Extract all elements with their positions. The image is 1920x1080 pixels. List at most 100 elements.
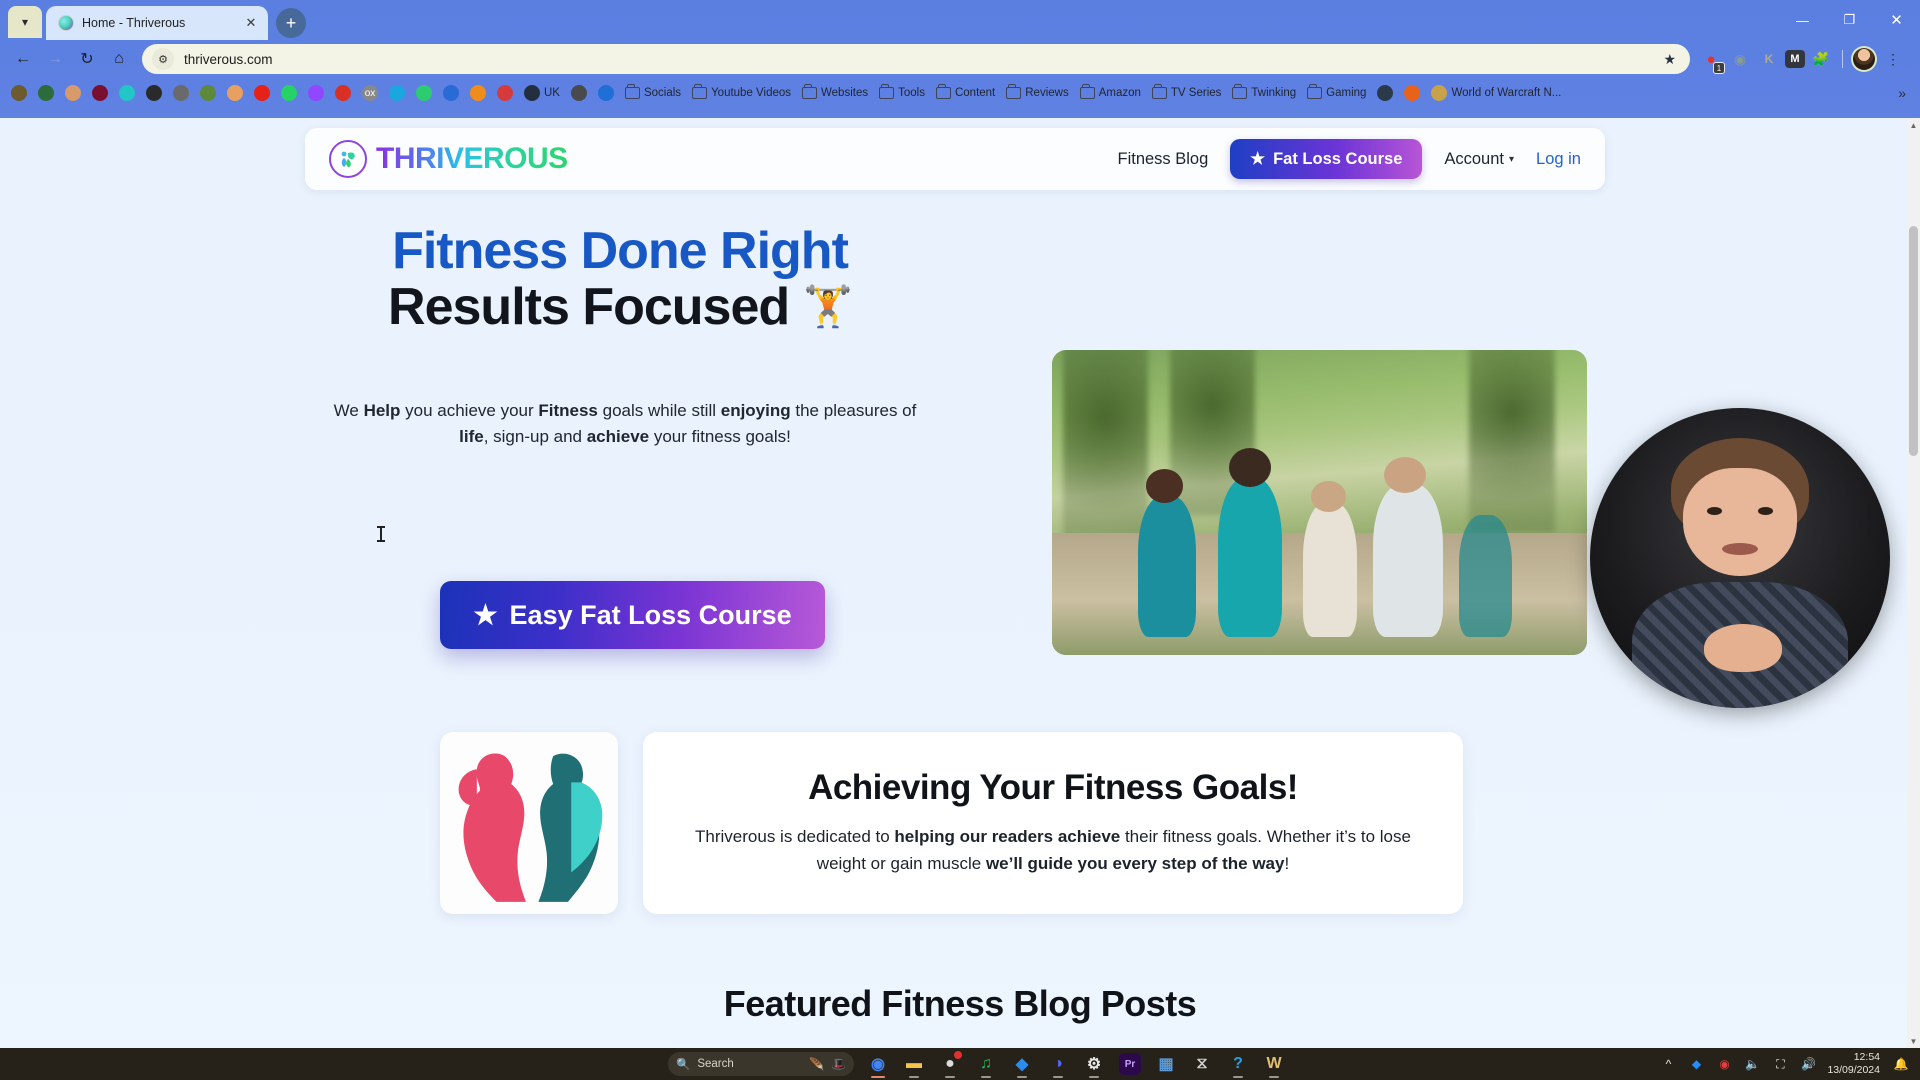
- bookmark-item-bm-k-orange-icon[interactable]: [1399, 82, 1425, 104]
- scrollbar-thumb[interactable]: [1909, 226, 1918, 456]
- obs-tray-icon[interactable]: ◉: [1711, 1051, 1737, 1077]
- hero-cta-button[interactable]: ★ Easy Fat Loss Course: [440, 581, 825, 649]
- world-of-warcraft-taskbar-icon[interactable]: W: [1256, 1049, 1292, 1079]
- taskbar-search-box[interactable]: 🔍 Search 🪶 🎩: [668, 1052, 854, 1076]
- scrollbar-up-arrow[interactable]: ▲: [1907, 118, 1920, 132]
- extension-k-icon[interactable]: K: [1756, 46, 1782, 72]
- bookmark-item-bm-a-icon[interactable]: [438, 82, 464, 104]
- nav-fat-loss-course-button[interactable]: ★ Fat Loss Course: [1230, 139, 1423, 179]
- tab-search-button[interactable]: ▾: [8, 6, 42, 38]
- search-icon: 🔍: [676, 1059, 691, 1071]
- thriverous-logo-icon: [329, 140, 367, 178]
- bookmark-item-bm-green-circle-icon[interactable]: [411, 82, 437, 104]
- extension-gmail-icon[interactable]: M: [1785, 50, 1805, 68]
- discord-taskbar-icon[interactable]: ◑: [1040, 1049, 1076, 1079]
- bookmark-item-uk[interactable]: UK: [519, 82, 565, 104]
- bookmark-item-bm-blue-doc-icon[interactable]: [593, 82, 619, 104]
- calculator-taskbar-icon[interactable]: ▦: [1148, 1049, 1184, 1079]
- file-explorer-taskbar-icon[interactable]: ▬: [896, 1049, 932, 1079]
- help-taskbar-icon[interactable]: ?: [1220, 1049, 1256, 1079]
- bookmark-star-icon[interactable]: ★: [1663, 51, 1676, 68]
- bookmark-item-bm-gmail-icon[interactable]: [330, 82, 356, 104]
- minimize-button[interactable]: —: [1779, 0, 1826, 40]
- bookmark-item-reviews[interactable]: Reviews: [1001, 84, 1073, 102]
- microphone-tray-icon[interactable]: 🔈: [1739, 1051, 1765, 1077]
- windows-start-icon[interactable]: [628, 1049, 664, 1079]
- scrollbar-down-arrow[interactable]: ▼: [1907, 1034, 1920, 1048]
- bookmark-item-bm-crown-icon[interactable]: [6, 82, 32, 104]
- address-bar[interactable]: ⚙ thriverous.com ★: [142, 44, 1690, 74]
- bell-icon[interactable]: 🔔: [1888, 1051, 1914, 1077]
- new-tab-button[interactable]: +: [276, 8, 306, 38]
- bookmark-item-tools[interactable]: Tools: [874, 84, 930, 102]
- folder-icon: [802, 84, 818, 99]
- nav-account[interactable]: Account ▾: [1444, 150, 1514, 169]
- dbeaver-taskbar-icon[interactable]: ◆: [1004, 1049, 1040, 1079]
- bookmark-item-bm-wolf-icon[interactable]: [168, 82, 194, 104]
- site-logo[interactable]: THRIVEROUS: [329, 140, 568, 178]
- bookmark-item-bm-person-icon[interactable]: [60, 82, 86, 104]
- bookmark-item-bm-blue-circle-icon[interactable]: [384, 82, 410, 104]
- obs-taskbar-icon[interactable]: ●: [932, 1049, 968, 1079]
- bookmark-item-websites[interactable]: Websites: [797, 84, 873, 102]
- bookmark-item-bm-globe-icon[interactable]: [1372, 82, 1398, 104]
- hourglass-taskbar-icon[interactable]: ⧖: [1184, 1049, 1220, 1079]
- bookmark-item-gaming[interactable]: Gaming: [1302, 84, 1371, 102]
- windows-taskbar: 🔍 Search 🪶 🎩 ◉ ▬ ● ♫ ◆ ◑ ⚙ Pr ▦ ⧖? W ^ ◆ ◉ 🔈 ⛶ 🔊 1…: [0, 1048, 1920, 1080]
- bookmarks-overflow-chevron[interactable]: »: [1890, 82, 1914, 104]
- bookmark-item-tv-series[interactable]: TV Series: [1147, 84, 1227, 102]
- show-hidden-icons-chevron[interactable]: ^: [1655, 1051, 1681, 1077]
- tab-close-icon[interactable]: ✕: [242, 14, 260, 32]
- bookmark-item-socials[interactable]: Socials: [620, 84, 686, 102]
- dbeaver-tray-icon[interactable]: ◆: [1683, 1051, 1709, 1077]
- webcam-mouth: [1722, 543, 1758, 555]
- close-window-button[interactable]: ✕: [1873, 0, 1920, 40]
- bookmark-item-amazon[interactable]: Amazon: [1075, 84, 1146, 102]
- forward-button[interactable]: →: [40, 44, 70, 74]
- bm-k-orange-icon: [1404, 85, 1421, 101]
- bookmark-item-content[interactable]: Content: [931, 84, 1000, 102]
- bookmark-item-bm-peach-icon[interactable]: [222, 82, 248, 104]
- browser-tab[interactable]: Home - Thriverous ✕: [46, 6, 268, 40]
- bookmark-item-bm-ox-icon[interactable]: ox: [357, 82, 383, 104]
- spotify-taskbar-icon[interactable]: ♫: [968, 1049, 1004, 1079]
- bookmark-item-world-of-warcraft-n[interactable]: World of Warcraft N...: [1426, 82, 1566, 104]
- bookmark-item-bm-frog-icon[interactable]: [195, 82, 221, 104]
- window-controls: — ❐ ✕: [1779, 0, 1920, 40]
- promo-body-b2: we’ll guide you every step of the way: [985, 854, 1285, 873]
- extensions-puzzle-icon[interactable]: 🧩: [1808, 46, 1834, 72]
- kebab-menu-icon[interactable]: ⋮: [1880, 46, 1906, 72]
- bookmark-item-bm-orange-icon[interactable]: [465, 82, 491, 104]
- premiere-pro-taskbar-icon[interactable]: Pr: [1112, 1049, 1148, 1079]
- toolbar-divider: [1842, 50, 1843, 68]
- bookmark-item-bm-teal-icon[interactable]: [114, 82, 140, 104]
- maximize-button[interactable]: ❐: [1826, 0, 1873, 40]
- bookmark-item-bm-sword-icon[interactable]: [141, 82, 167, 104]
- chrome-taskbar-icon[interactable]: ◉: [860, 1049, 896, 1079]
- taskbar-clock[interactable]: 12:54 13/09/2024: [1823, 1051, 1886, 1077]
- reload-button[interactable]: ↻: [72, 44, 102, 74]
- bookmark-item-bm-green-icon[interactable]: [33, 82, 59, 104]
- web-page-viewport: THRIVEROUS Fitness Blog ★ Fat Loss Cours…: [0, 118, 1920, 1048]
- nav-fitness-blog[interactable]: Fitness Blog: [1118, 150, 1209, 169]
- nav-log-in[interactable]: Log in: [1536, 150, 1581, 169]
- network-tray-icon[interactable]: ⛶: [1767, 1051, 1793, 1077]
- bookmark-item-bm-youtube-icon[interactable]: [249, 82, 275, 104]
- bookmark-item-bm-rocket-icon[interactable]: [492, 82, 518, 104]
- bookmark-item-bm-maroon-icon[interactable]: [87, 82, 113, 104]
- bookmark-item-twinking[interactable]: Twinking: [1227, 84, 1301, 102]
- profile-avatar[interactable]: [1851, 46, 1877, 72]
- site-settings-icon[interactable]: ⚙: [152, 48, 174, 70]
- bookmark-item-bm-whatsapp-icon[interactable]: [276, 82, 302, 104]
- volume-tray-icon[interactable]: 🔊: [1795, 1051, 1821, 1077]
- back-button[interactable]: ←: [8, 44, 38, 74]
- bookmark-item-bm-twitch-icon[interactable]: [303, 82, 329, 104]
- settings-taskbar-icon[interactable]: ⚙: [1076, 1049, 1112, 1079]
- bookmark-item-bm-target-icon[interactable]: [566, 82, 592, 104]
- extension-adblock-icon[interactable]: ● 1: [1698, 46, 1725, 74]
- bookmark-item-youtube-videos[interactable]: Youtube Videos: [687, 84, 796, 102]
- home-button[interactable]: ⌂: [104, 44, 134, 74]
- page-scrollbar[interactable]: ▲ ▼: [1907, 118, 1920, 1048]
- extension-grammarly-icon[interactable]: ◉: [1727, 46, 1753, 72]
- toolbar-extensions: ● 1 ◉ K M 🧩 ⋮: [1698, 46, 1912, 74]
